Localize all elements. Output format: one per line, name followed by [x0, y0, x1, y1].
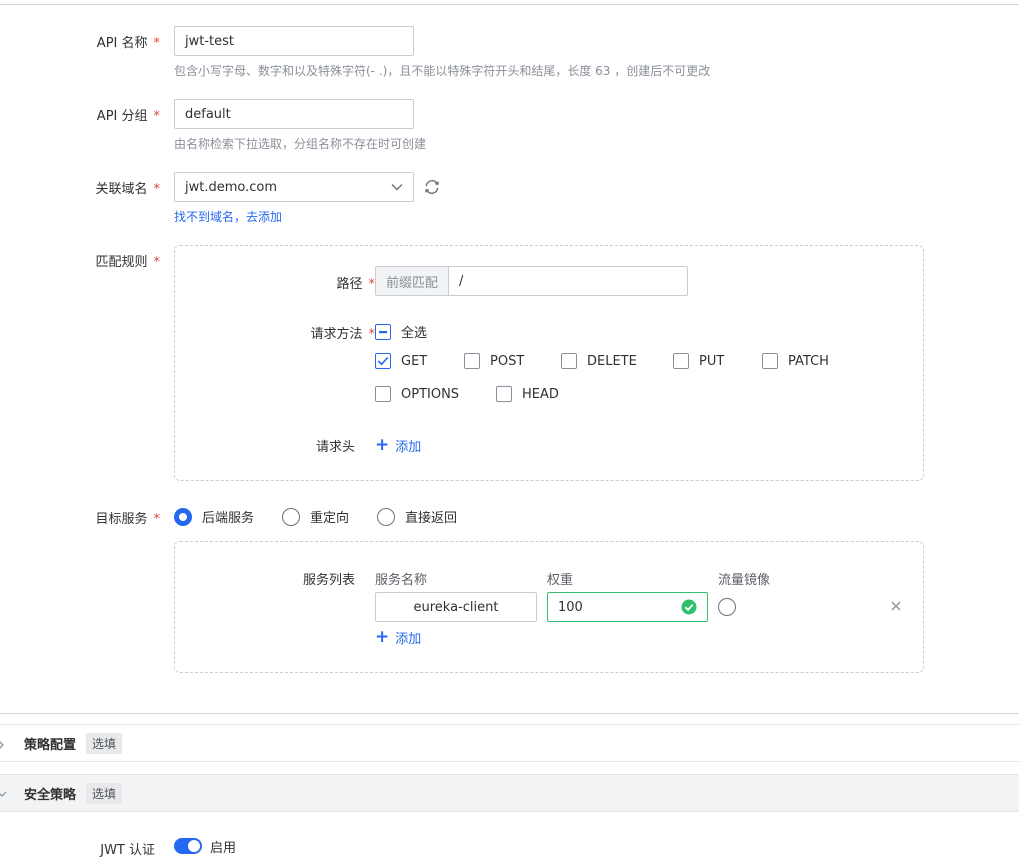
headers-label: 请求头: [315, 440, 355, 455]
weight-input[interactable]: 100: [547, 592, 708, 622]
section-security-title: 安全策略: [24, 787, 77, 803]
api-group-hint: 由名称检索下拉选取，分组名称不存在时可创建: [174, 137, 427, 151]
close-icon[interactable]: [891, 601, 901, 611]
jwt-label: JWT 认证: [100, 843, 155, 858]
method-checkbox-post[interactable]: POST: [464, 353, 524, 369]
methods-label: 请求方法 *: [310, 327, 375, 342]
method-checkbox-head[interactable]: HEAD: [496, 386, 559, 402]
divider: [0, 713, 1019, 714]
service-name-input[interactable]: eureka-client: [375, 592, 537, 622]
method-checkbox-options[interactable]: OPTIONS: [375, 386, 459, 402]
select-all-checkbox[interactable]: 全选: [375, 322, 427, 341]
check-icon: [375, 353, 391, 369]
path-label: 路径 *: [336, 277, 375, 292]
mirror-radio[interactable]: [718, 598, 736, 616]
radio-dot: [377, 507, 395, 526]
section-security-header[interactable]: 安全策略 选填: [0, 774, 1019, 812]
success-check-icon: [681, 599, 697, 615]
plus-icon: +: [375, 627, 390, 647]
checkbox-box: [375, 386, 391, 402]
radio-dot: [282, 507, 300, 526]
target-radio-direct-return[interactable]: 直接返回: [377, 507, 457, 526]
top-divider: [0, 4, 1019, 5]
refresh-icon[interactable]: [423, 178, 441, 196]
jwt-toggle[interactable]: [174, 838, 202, 854]
method-checkbox-delete[interactable]: DELETE: [561, 353, 637, 369]
section-policy-header[interactable]: 策略配置 选填: [0, 724, 1019, 762]
add-domain-link[interactable]: 找不到域名，去添加: [174, 208, 282, 225]
checkbox-box: [496, 386, 512, 402]
add-header-button[interactable]: + 添加: [375, 435, 421, 456]
api-group-input[interactable]: default: [174, 99, 414, 129]
service-list-label: 服务列表: [302, 573, 355, 588]
checkbox-box: [561, 353, 577, 369]
col-service-name: 服务名称: [375, 573, 428, 588]
api-name-input[interactable]: jwt-test: [174, 26, 414, 56]
path-input[interactable]: /: [449, 267, 687, 295]
api-group-label: API 分组 *: [96, 109, 160, 124]
api-name-hint: 包含小写字母、数字和以及特殊字符(- .)，且不能以特殊字符开头和结尾，长度 6…: [174, 64, 711, 78]
add-service-button[interactable]: + 添加: [375, 627, 421, 648]
optional-tag: 选填: [86, 732, 123, 754]
jwt-toggle-label: 启用: [210, 841, 237, 856]
match-rules-label: 匹配规则 *: [95, 255, 160, 270]
method-checkbox-get[interactable]: GET: [375, 353, 427, 369]
domain-select[interactable]: jwt.demo.com: [174, 172, 414, 202]
indeterminate-icon: [375, 323, 391, 340]
toggle-knob: [188, 840, 200, 852]
checkbox-box: [762, 353, 778, 369]
chevron-down-icon: [391, 184, 403, 191]
method-checkbox-patch[interactable]: PATCH: [762, 353, 829, 369]
path-input-group: 前缀匹配 /: [375, 266, 688, 296]
optional-tag: 选填: [86, 782, 123, 804]
path-prefix-addon: 前缀匹配: [376, 267, 449, 295]
domain-label: 关联域名 *: [95, 182, 160, 197]
col-weight: 权重: [547, 573, 574, 588]
target-radio-redirect[interactable]: 重定向: [282, 507, 349, 526]
checkbox-box: [464, 353, 480, 369]
col-mirror: 流量镜像: [718, 573, 771, 588]
chevron-down-icon: [0, 791, 7, 797]
chevron-right-icon: [0, 741, 4, 749]
target-radio-backend[interactable]: 后端服务: [174, 507, 254, 526]
checkbox-box: [673, 353, 689, 369]
method-checkbox-put[interactable]: PUT: [673, 353, 724, 369]
plus-icon: +: [375, 435, 390, 455]
radio-dot: [174, 507, 192, 526]
api-name-label: API 名称 *: [96, 36, 160, 51]
target-label: 目标服务 *: [95, 512, 160, 527]
section-policy-title: 策略配置: [24, 737, 77, 753]
